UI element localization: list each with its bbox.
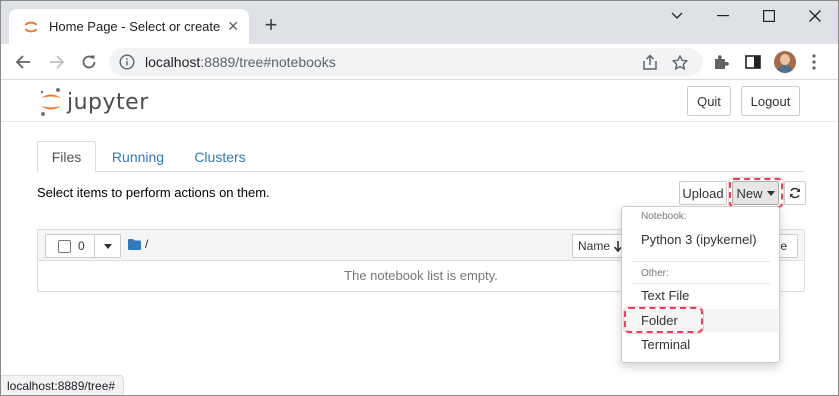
profile-avatar[interactable] <box>774 51 796 73</box>
tab-title: Home Page - Select or create a notebook <box>49 19 221 34</box>
upload-button[interactable]: Upload <box>679 181 727 205</box>
back-arrow-icon[interactable] <box>9 48 37 76</box>
jupyter-tabs: Files Running Clusters <box>37 141 805 173</box>
site-info-icon[interactable] <box>119 54 135 70</box>
dropdown-divider <box>631 261 770 262</box>
url-path: :8889/tree#notebooks <box>200 54 336 70</box>
extensions-puzzle-icon[interactable] <box>712 53 730 71</box>
folder-item-highlight <box>624 307 703 333</box>
browser-tab-strip: Home Page - Select or create a notebook … <box>1 1 838 44</box>
status-bar-url: localhost:8889/tree# <box>1 375 125 395</box>
jupyter-logo-icon <box>40 88 61 116</box>
menu-item-python3[interactable]: Python 3 (ipykernel) <box>623 228 778 251</box>
url-host: localhost <box>145 54 201 70</box>
new-tab-button[interactable]: + <box>259 13 283 37</box>
select-all-toggle[interactable]: 0 <box>45 234 95 258</box>
new-dropdown-menu: Notebook: Python 3 (ipykernel) Other: Te… <box>621 206 780 363</box>
breadcrumb: / <box>128 237 148 251</box>
sort-by-name-button[interactable]: Name <box>572 234 628 258</box>
new-button-highlight <box>729 178 783 208</box>
share-icon[interactable] <box>641 54 659 72</box>
browser-tab[interactable]: Home Page - Select or create a notebook … <box>9 9 249 44</box>
quit-button[interactable]: Quit <box>687 86 731 116</box>
address-bar[interactable]: localhost:8889/tree#notebooks <box>109 48 703 76</box>
caret-down-icon <box>103 243 112 249</box>
forward-arrow-icon[interactable] <box>43 48 71 76</box>
tab-running[interactable]: Running <box>101 141 175 172</box>
browser-toolbar: localhost:8889/tree#notebooks <box>1 44 838 80</box>
browser-window: Home Page - Select or create a notebook … <box>0 0 839 396</box>
jupyter-header: jupyter Quit Logout <box>1 81 838 122</box>
menu-item-terminal[interactable]: Terminal <box>623 333 778 356</box>
folder-icon[interactable] <box>128 238 141 250</box>
dropdown-header-other: Other: <box>641 268 669 279</box>
jupyter-logo-text: jupyter <box>67 89 149 115</box>
logout-button[interactable]: Logout <box>741 86 800 116</box>
select-menu-button[interactable] <box>95 234 121 258</box>
jupyter-logo[interactable]: jupyter <box>39 87 149 117</box>
selected-count: 0 <box>78 239 85 253</box>
breadcrumb-root[interactable]: / <box>145 237 148 251</box>
refresh-button[interactable] <box>784 181 806 205</box>
tab-files[interactable]: Files <box>37 141 96 173</box>
tab-clusters[interactable]: Clusters <box>185 141 255 172</box>
tab-close-icon[interactable]: ✕ <box>227 18 239 35</box>
menu-item-text-file[interactable]: Text File <box>623 284 778 307</box>
dropdown-header-notebook: Notebook: <box>641 211 687 222</box>
minimize-icon[interactable] <box>700 5 746 27</box>
select-all-group: 0 <box>45 234 121 258</box>
browser-menu-icon[interactable] <box>811 53 817 71</box>
bookmark-star-icon[interactable] <box>671 54 689 72</box>
reload-icon[interactable] <box>75 48 103 76</box>
tab-search-icon[interactable] <box>654 5 700 27</box>
select-all-checkbox[interactable] <box>58 239 71 253</box>
sort-name-label: Name <box>578 239 611 253</box>
side-panel-icon[interactable] <box>744 53 762 71</box>
refresh-icon <box>790 187 800 199</box>
instructions-text: Select items to perform actions on them. <box>37 185 270 200</box>
jupyter-favicon-icon <box>24 21 38 32</box>
close-window-icon[interactable] <box>792 5 838 27</box>
maximize-icon[interactable] <box>746 5 792 27</box>
